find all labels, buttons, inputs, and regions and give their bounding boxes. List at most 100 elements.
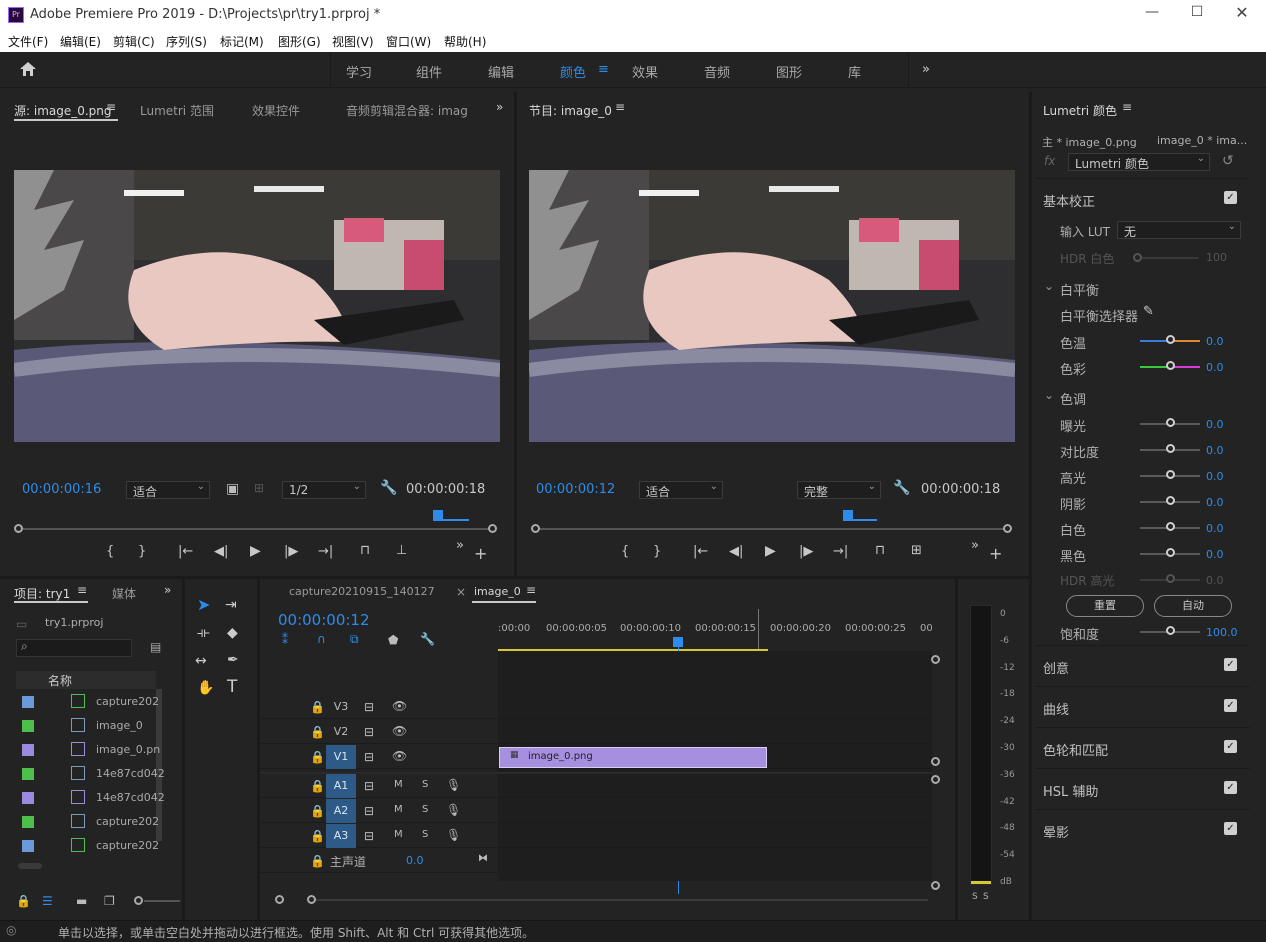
sync-lock-icon[interactable]: ⊟ bbox=[364, 779, 374, 793]
workspace-libraries[interactable]: 库 bbox=[848, 62, 861, 81]
tab-sequence-image0[interactable]: image_0 bbox=[474, 585, 521, 598]
program-quality-select[interactable]: 完整 ⌄ bbox=[797, 481, 881, 499]
tab-source-menu-icon[interactable]: ≡ bbox=[106, 100, 116, 114]
menu-view[interactable]: 视图(V) bbox=[332, 33, 374, 50]
timeline-hscroll-left[interactable] bbox=[275, 895, 284, 904]
timeline-settings-wrench-icon[interactable]: 🔧 bbox=[420, 632, 435, 646]
tint-knob[interactable] bbox=[1166, 361, 1175, 370]
pen-tool-icon[interactable]: ✒ bbox=[227, 652, 239, 668]
highlights-value[interactable]: 0.0 bbox=[1206, 470, 1224, 483]
tab-program[interactable]: 节目: image_0 bbox=[529, 102, 612, 119]
sync-lock-icon[interactable]: ⊟ bbox=[364, 700, 374, 714]
freeform-view-icon[interactable]: ❐ bbox=[104, 894, 115, 908]
mark-in-button[interactable]: { bbox=[621, 544, 629, 559]
contrast-value[interactable]: 0.0 bbox=[1206, 444, 1224, 457]
exposure-knob[interactable] bbox=[1166, 418, 1175, 427]
go-to-in-button[interactable]: |← bbox=[693, 544, 708, 559]
lift-icon[interactable]: ⊓ bbox=[875, 543, 885, 558]
minimize-icon[interactable]: — bbox=[1138, 4, 1166, 26]
tab-program-menu-icon[interactable]: ≡ bbox=[615, 100, 625, 114]
track-label-v1[interactable]: V1 bbox=[326, 745, 356, 769]
temperature-knob[interactable] bbox=[1166, 335, 1175, 344]
timeline-hscroll-right[interactable] bbox=[307, 895, 316, 904]
sequence-clip-tab[interactable]: image_0 * ima... bbox=[1157, 134, 1247, 147]
panel-overflow-icon[interactable]: » bbox=[496, 100, 503, 114]
fx-icon[interactable]: fx bbox=[1044, 154, 1055, 168]
timeline-playhead-marker[interactable] bbox=[673, 637, 683, 647]
sync-lock-icon[interactable]: ⊟ bbox=[364, 804, 374, 818]
list-item[interactable]: 14e87cd042 bbox=[16, 787, 165, 811]
tab-effect-controls[interactable]: 效果控件 bbox=[252, 102, 300, 119]
workspace-editing[interactable]: 编辑 bbox=[488, 62, 514, 81]
whites-knob[interactable] bbox=[1166, 522, 1175, 531]
saturation-knob[interactable] bbox=[1166, 626, 1175, 635]
vignette-header[interactable]: 晕影 bbox=[1043, 822, 1069, 841]
label-color-swatch[interactable] bbox=[22, 696, 34, 708]
name-column-header[interactable]: 名称 bbox=[48, 672, 72, 689]
shadows-value[interactable]: 0.0 bbox=[1206, 496, 1224, 509]
timeline-vscroll-mid2[interactable] bbox=[931, 775, 940, 784]
settings-square-icon[interactable]: ▣ bbox=[226, 481, 239, 497]
program-timecode[interactable]: 00:00:00:12 bbox=[536, 482, 615, 497]
tone-chevron-icon[interactable]: ⌄ bbox=[1044, 388, 1054, 402]
voiceover-mic-icon[interactable]: 🎙 bbox=[446, 778, 461, 792]
menu-window[interactable]: 窗口(W) bbox=[386, 33, 431, 50]
track-lock-icon[interactable]: 🔒 bbox=[310, 804, 325, 818]
list-item[interactable]: image_0.pn bbox=[16, 739, 160, 763]
source-fit-select[interactable]: 适合 ⌄ bbox=[126, 481, 210, 499]
list-item[interactable]: capture202 bbox=[16, 835, 159, 859]
eyedropper-icon[interactable]: ✎ bbox=[1143, 304, 1154, 319]
label-color-swatch[interactable] bbox=[22, 744, 34, 756]
program-scrub-bar[interactable] bbox=[537, 528, 1009, 530]
timeline-hscroll-track[interactable] bbox=[316, 899, 928, 901]
meter-solo-right-button[interactable]: S bbox=[983, 892, 989, 902]
solo-button[interactable]: S bbox=[422, 829, 428, 840]
tab-lumetri-color[interactable]: Lumetri 颜色 bbox=[1043, 102, 1117, 119]
tab-source[interactable]: 源: image_0.png bbox=[14, 102, 112, 119]
icon-view-icon[interactable]: ▬ bbox=[76, 894, 87, 908]
blacks-value[interactable]: 0.0 bbox=[1206, 548, 1224, 561]
track-lock-icon[interactable]: 🔒 bbox=[310, 829, 325, 843]
mark-out-button[interactable]: } bbox=[138, 544, 146, 559]
menu-clip[interactable]: 剪辑(C) bbox=[113, 33, 155, 50]
overwrite-icon[interactable]: ⊥ bbox=[396, 543, 407, 558]
contrast-knob[interactable] bbox=[1166, 444, 1175, 453]
program-out-handle[interactable] bbox=[1003, 524, 1012, 533]
workspace-effects[interactable]: 效果 bbox=[632, 62, 658, 81]
white-balance-chevron-icon[interactable]: ⌄ bbox=[1044, 279, 1054, 293]
label-color-swatch[interactable] bbox=[22, 768, 34, 780]
track-label-a1[interactable]: A1 bbox=[326, 774, 356, 798]
workspace-assembly[interactable]: 组件 bbox=[416, 62, 442, 81]
toggle-output-eye-icon[interactable]: 👁 bbox=[392, 749, 407, 763]
basic-correction-header[interactable]: 基本校正 bbox=[1043, 191, 1095, 210]
lock-icon[interactable]: 🔒 bbox=[16, 894, 31, 908]
extract-icon[interactable]: ⊞ bbox=[911, 543, 922, 558]
white-balance-header[interactable]: 白平衡 bbox=[1060, 280, 1099, 299]
razor-tool-icon[interactable]: ◆ bbox=[227, 625, 238, 641]
go-to-in-button[interactable]: |← bbox=[178, 544, 193, 559]
solo-button[interactable]: S bbox=[422, 779, 428, 790]
menu-sequence[interactable]: 序列(S) bbox=[166, 33, 207, 50]
menu-edit[interactable]: 编辑(E) bbox=[60, 33, 101, 50]
sync-lock-icon[interactable]: ⊟ bbox=[364, 829, 374, 843]
time-ruler[interactable]: :00:00 00:00:00:05 00:00:00:10 00:00:00:… bbox=[498, 609, 932, 651]
safe-margins-icon[interactable]: ⊞ bbox=[254, 481, 264, 495]
snap-in-sequence-icon[interactable]: ⁑ bbox=[282, 633, 288, 647]
new-bin-icon[interactable]: ▤ bbox=[150, 640, 161, 654]
color-wheels-header[interactable]: 色轮和匹配 bbox=[1043, 740, 1108, 759]
workspace-learn[interactable]: 学习 bbox=[346, 62, 372, 81]
workspace-menu-icon[interactable]: ≡ bbox=[598, 62, 609, 77]
track-lock-icon[interactable]: 🔒 bbox=[310, 725, 325, 739]
type-tool-icon[interactable]: T bbox=[227, 677, 237, 697]
reset-button[interactable]: 重置 bbox=[1066, 595, 1144, 617]
button-editor-add-icon[interactable]: + bbox=[989, 544, 1002, 563]
hsl-secondary-header[interactable]: HSL 辅助 bbox=[1043, 781, 1098, 800]
tab-timeline-menu-icon[interactable]: ≡ bbox=[526, 583, 536, 597]
reset-effect-icon[interactable]: ↺ bbox=[1222, 153, 1234, 169]
source-scrub-bar[interactable] bbox=[18, 528, 494, 530]
zoom-knob[interactable] bbox=[134, 896, 143, 905]
toggle-output-eye-icon[interactable]: 👁 bbox=[392, 699, 407, 713]
workspace-graphics[interactable]: 图形 bbox=[776, 62, 802, 81]
hand-tool-icon[interactable]: ✋ bbox=[197, 680, 214, 696]
creative-checkbox[interactable]: ✓ bbox=[1224, 658, 1237, 671]
